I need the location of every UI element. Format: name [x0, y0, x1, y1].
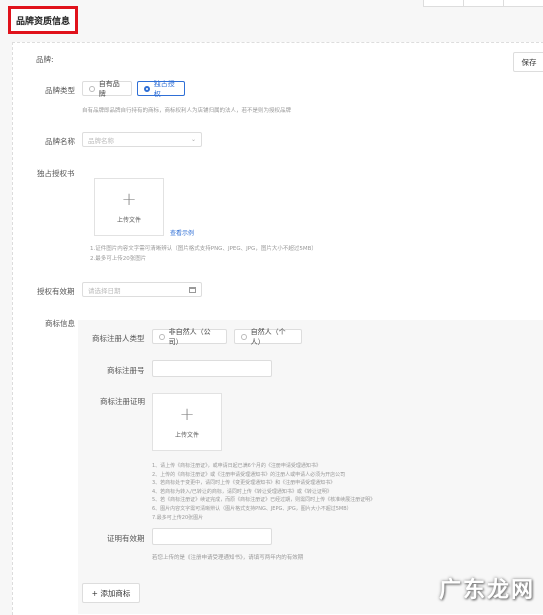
cert-note: 6、图片内容文字需可清晰辨认（图片格式支持PNG、JEPG、JPG，图片大小不超… — [152, 505, 352, 512]
trademark-label: 商标信息 — [45, 319, 75, 328]
validity-date-picker[interactable]: 请选择日期 — [82, 282, 202, 297]
radio-individual-label: 自然人（个人） — [250, 327, 286, 346]
validity-label: 授权有效期 — [37, 287, 75, 296]
radio-own-brand[interactable]: 自有品牌 — [82, 79, 132, 98]
brand-name-label: 品牌名称 — [45, 137, 75, 146]
cert-note: 2、上传的《商标注册证》或《注册申请受理通知书》的注册人或申请人必须为开店公司 — [152, 471, 346, 478]
top-tab-2[interactable] — [463, 0, 505, 7]
cert-note: 3、若商标处于变更中，请同时上传《变更受理通知书》和《注册申请受理通知书》 — [152, 480, 336, 487]
cert-note: 5、若《商标注册证》续证完成，而原《商标注册证》已经过期，则需同时上传《核准续展… — [152, 497, 376, 504]
top-tab-3[interactable] — [503, 0, 543, 7]
radio-own-brand-label: 自有品牌 — [98, 79, 120, 98]
radio-dot — [159, 333, 165, 340]
cert-note: 1、请上传《商标注册证》，或申请日起已满6个月的《注册申请受理通知书》 — [152, 463, 321, 469]
license-upload-text: 上传文件 — [116, 216, 141, 224]
radio-dot — [89, 85, 95, 92]
cert-validity-hint: 若您上传的是《注册申请受理通知书》，请填写两年内的有效期 — [152, 555, 304, 561]
cert-notes: 1、请上传《商标注册证》，或申请日起已满6个月的《注册申请受理通知书》 2、上传… — [152, 462, 375, 522]
plus-icon: + — [121, 188, 137, 210]
license-note: 2.最多可上传20张图片 — [90, 256, 147, 262]
cert-note: 4、若商标为转入/已转让的商标，请同时上传《转让受理通知书》或《转让证明》 — [152, 488, 332, 495]
registrant-type-label: 商标注册人类型 — [92, 334, 145, 343]
radio-individual[interactable]: 自然人（个人） — [234, 327, 302, 346]
cert-validity-input[interactable] — [152, 528, 272, 545]
brand-type-hint: 自有品牌即品牌自行持有的商标，商标权利人为店铺归属的法人，若不是则为授权品牌 — [82, 108, 292, 114]
brand-name-placeholder: 品牌名称 — [88, 136, 114, 145]
chevron-down-icon: ⌄ — [190, 136, 196, 143]
radio-dot-selected — [144, 85, 150, 92]
brand-type-label: 品牌类型 — [45, 86, 75, 95]
section-title: 品牌资质信息 — [8, 6, 78, 34]
plus-icon: + — [179, 403, 195, 425]
license-notes: 1.证件图片内容文字需可清晰辨认（图片格式支持PNG、JPEG、JPG，图片大小… — [90, 244, 317, 264]
cert-note: 7.最多可上传20张图片 — [152, 514, 204, 521]
top-tab-1[interactable] — [423, 0, 465, 7]
cert-validity-label: 证明有效期 — [107, 534, 145, 543]
license-label: 独占授权书 — [37, 169, 75, 178]
validity-placeholder: 请选择日期 — [88, 286, 121, 295]
cert-upload[interactable]: + 上传文件 — [152, 393, 222, 451]
reg-no-input[interactable] — [152, 360, 272, 377]
watermark: 广东龙网 — [438, 577, 535, 603]
example-link[interactable]: 查看示例 — [170, 228, 194, 237]
brand-heading: 品牌: — [36, 55, 54, 64]
cert-label: 商标注册证明 — [100, 397, 145, 406]
radio-dot — [241, 333, 247, 340]
radio-exclusive-license-label: 独占授权 — [153, 79, 175, 98]
radio-company[interactable]: 非自然人（公司） — [152, 327, 227, 346]
save-button[interactable]: 保存 — [513, 52, 543, 72]
radio-company-label: 非自然人（公司） — [168, 327, 211, 346]
add-trademark-button[interactable]: + 添加商标 — [82, 583, 140, 603]
license-note: 1.证件图片内容文字需可清晰辨认（图片格式支持PNG、JPEG、JPG，图片大小… — [90, 246, 317, 252]
reg-no-label: 商标注册号 — [107, 366, 145, 375]
license-upload[interactable]: + 上传文件 — [94, 178, 164, 236]
cert-upload-text: 上传文件 — [174, 431, 199, 439]
brand-name-select[interactable]: 品牌名称 ⌄ — [82, 132, 202, 147]
radio-exclusive-license[interactable]: 独占授权 — [137, 79, 185, 98]
calendar-icon — [189, 286, 196, 293]
